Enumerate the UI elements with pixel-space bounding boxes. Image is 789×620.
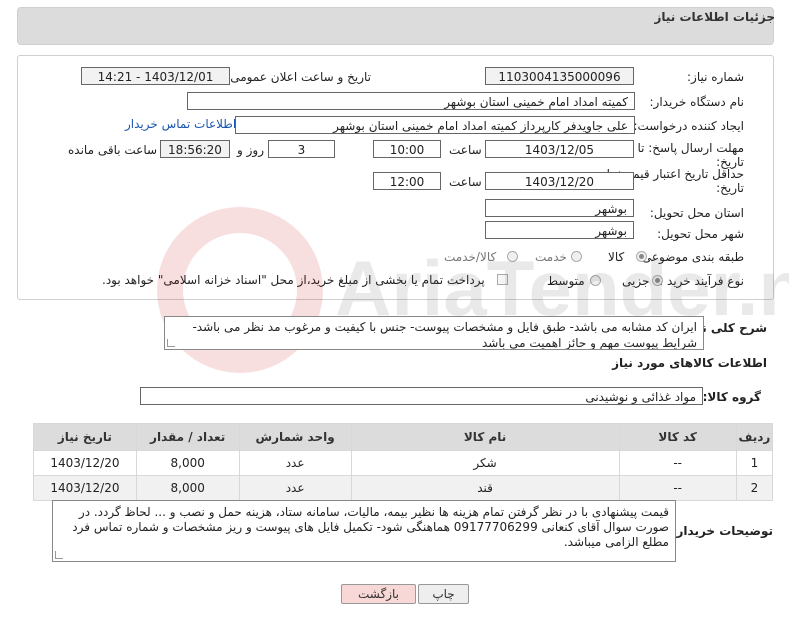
buyer-notes-text: قیمت پیشنهادی با در نظر گرفتن تمام هزینه… [72,505,669,549]
buyer-org-field: کمیته امداد امام خمینی استان بوشهر [187,92,635,110]
back-button[interactable]: بازگشت [341,584,416,604]
col-quantity: تعداد / مقدار [135,423,240,451]
resize-handle-icon[interactable] [167,339,175,347]
buyer-contact-link[interactable]: اطلاعات تماس خریدار [125,117,236,131]
resize-handle-icon[interactable] [55,551,63,559]
col-name: نام کالا [350,423,620,451]
buyer-org-label: نام دستگاه خریدار: [649,95,745,109]
cell-name: قند [350,475,620,501]
validity-date-field: 1403/12/20 [485,172,634,190]
col-unit: واحد شمارش [238,423,352,451]
validity-hour-label: ساعت [449,175,482,189]
category-radio-both[interactable] [507,251,518,262]
cell-row: 1 [735,450,774,476]
buyer-notes-textarea[interactable]: قیمت پیشنهادی با در نظر گرفتن تمام هزینه… [52,500,676,562]
remaining-time-field: 18:56:20 [160,140,230,158]
announce-label: تاریخ و ساعت اعلان عمومی: [226,70,371,84]
treasury-payment-note: پرداخت تمام یا بخشی از مبلغ خرید،از محل … [102,273,485,287]
creator-field: علی جاویدفر کارپرداز کمیته امداد امام خم… [235,116,635,134]
category-radio-goods[interactable] [636,251,647,262]
province-field: بوشهر [485,199,634,217]
cell-row: 2 [735,475,774,501]
table-header-row: ردیف کد کالا نام کالا واحد شمارش تعداد /… [33,423,774,451]
validity-label-date: تاریخ: [716,181,744,195]
category-label: طبقه بندی موضوعی: [637,250,744,264]
cell-name: شکر [350,450,620,476]
cell-code: -- [618,475,737,501]
announce-field: 1403/12/01 - 14:21 [81,67,230,85]
col-row: ردیف [735,423,774,451]
deadline-label: مهلت ارسال پاسخ: تا [637,141,744,155]
col-date: تاریخ نیاز [33,423,137,451]
city-label: شهر محل تحویل: [657,227,744,241]
table-row: 1 -- شکر عدد 8,000 1403/12/20 [33,450,774,476]
print-button[interactable]: چاپ [418,584,469,604]
process-radio-minor[interactable] [652,275,663,286]
need-number-label: شماره نیاز: [687,70,744,84]
creator-label: ایجاد کننده درخواست: [633,119,744,133]
cell-quantity: 8,000 [135,450,240,476]
cell-code: -- [618,450,737,476]
province-label: استان محل تحویل: [649,206,744,220]
treasury-payment-checkbox[interactable] [497,274,508,285]
cell-quantity: 8,000 [135,475,240,501]
goods-group-label: گروه کالا: [702,390,761,404]
deadline-time-field: 10:00 [373,140,441,158]
category-option-both: کالا/خدمت [444,250,497,264]
cell-date: 1403/12/20 [33,450,137,476]
deadline-hour-label: ساعت [449,143,482,157]
days-label: روز و [237,143,264,157]
cell-unit: عدد [238,450,352,476]
process-option-minor: جزیی [622,274,650,288]
category-option-goods: کالا [608,250,625,264]
need-number-field: 1103004135000096 [485,67,634,85]
cell-unit: عدد [238,475,352,501]
col-code: کد کالا [618,423,737,451]
goods-section-title: اطلاعات کالاهای مورد نیاز [612,356,767,370]
table-row: 2 -- قند عدد 8,000 1403/12/20 [33,475,774,501]
days-field: 3 [268,140,335,158]
deadline-date-field: 1403/12/05 [485,140,634,158]
goods-table: ردیف کد کالا نام کالا واحد شمارش تعداد /… [33,423,774,501]
description-textarea[interactable]: ایران کد مشابه می باشد- طبق فایل و مشخصا… [164,316,704,350]
process-label: نوع فرآیند خرید : [659,274,744,288]
category-radio-service[interactable] [571,251,582,262]
page-title: جزئیات اطلاعات نیاز [654,10,775,24]
city-field: بوشهر [485,221,634,239]
process-option-medium: متوسط [547,274,585,288]
process-radio-medium[interactable] [590,275,601,286]
category-option-service: خدمت [535,250,567,264]
goods-group-field: مواد غذائی و نوشیدنی [140,387,703,405]
cell-date: 1403/12/20 [33,475,137,501]
description-text: ایران کد مشابه می باشد- طبق فایل و مشخصا… [192,320,697,350]
remaining-label: ساعت باقی مانده [68,143,158,157]
validity-time-field: 12:00 [373,172,441,190]
buyer-notes-label: توضیحات خریدار: [671,524,773,538]
